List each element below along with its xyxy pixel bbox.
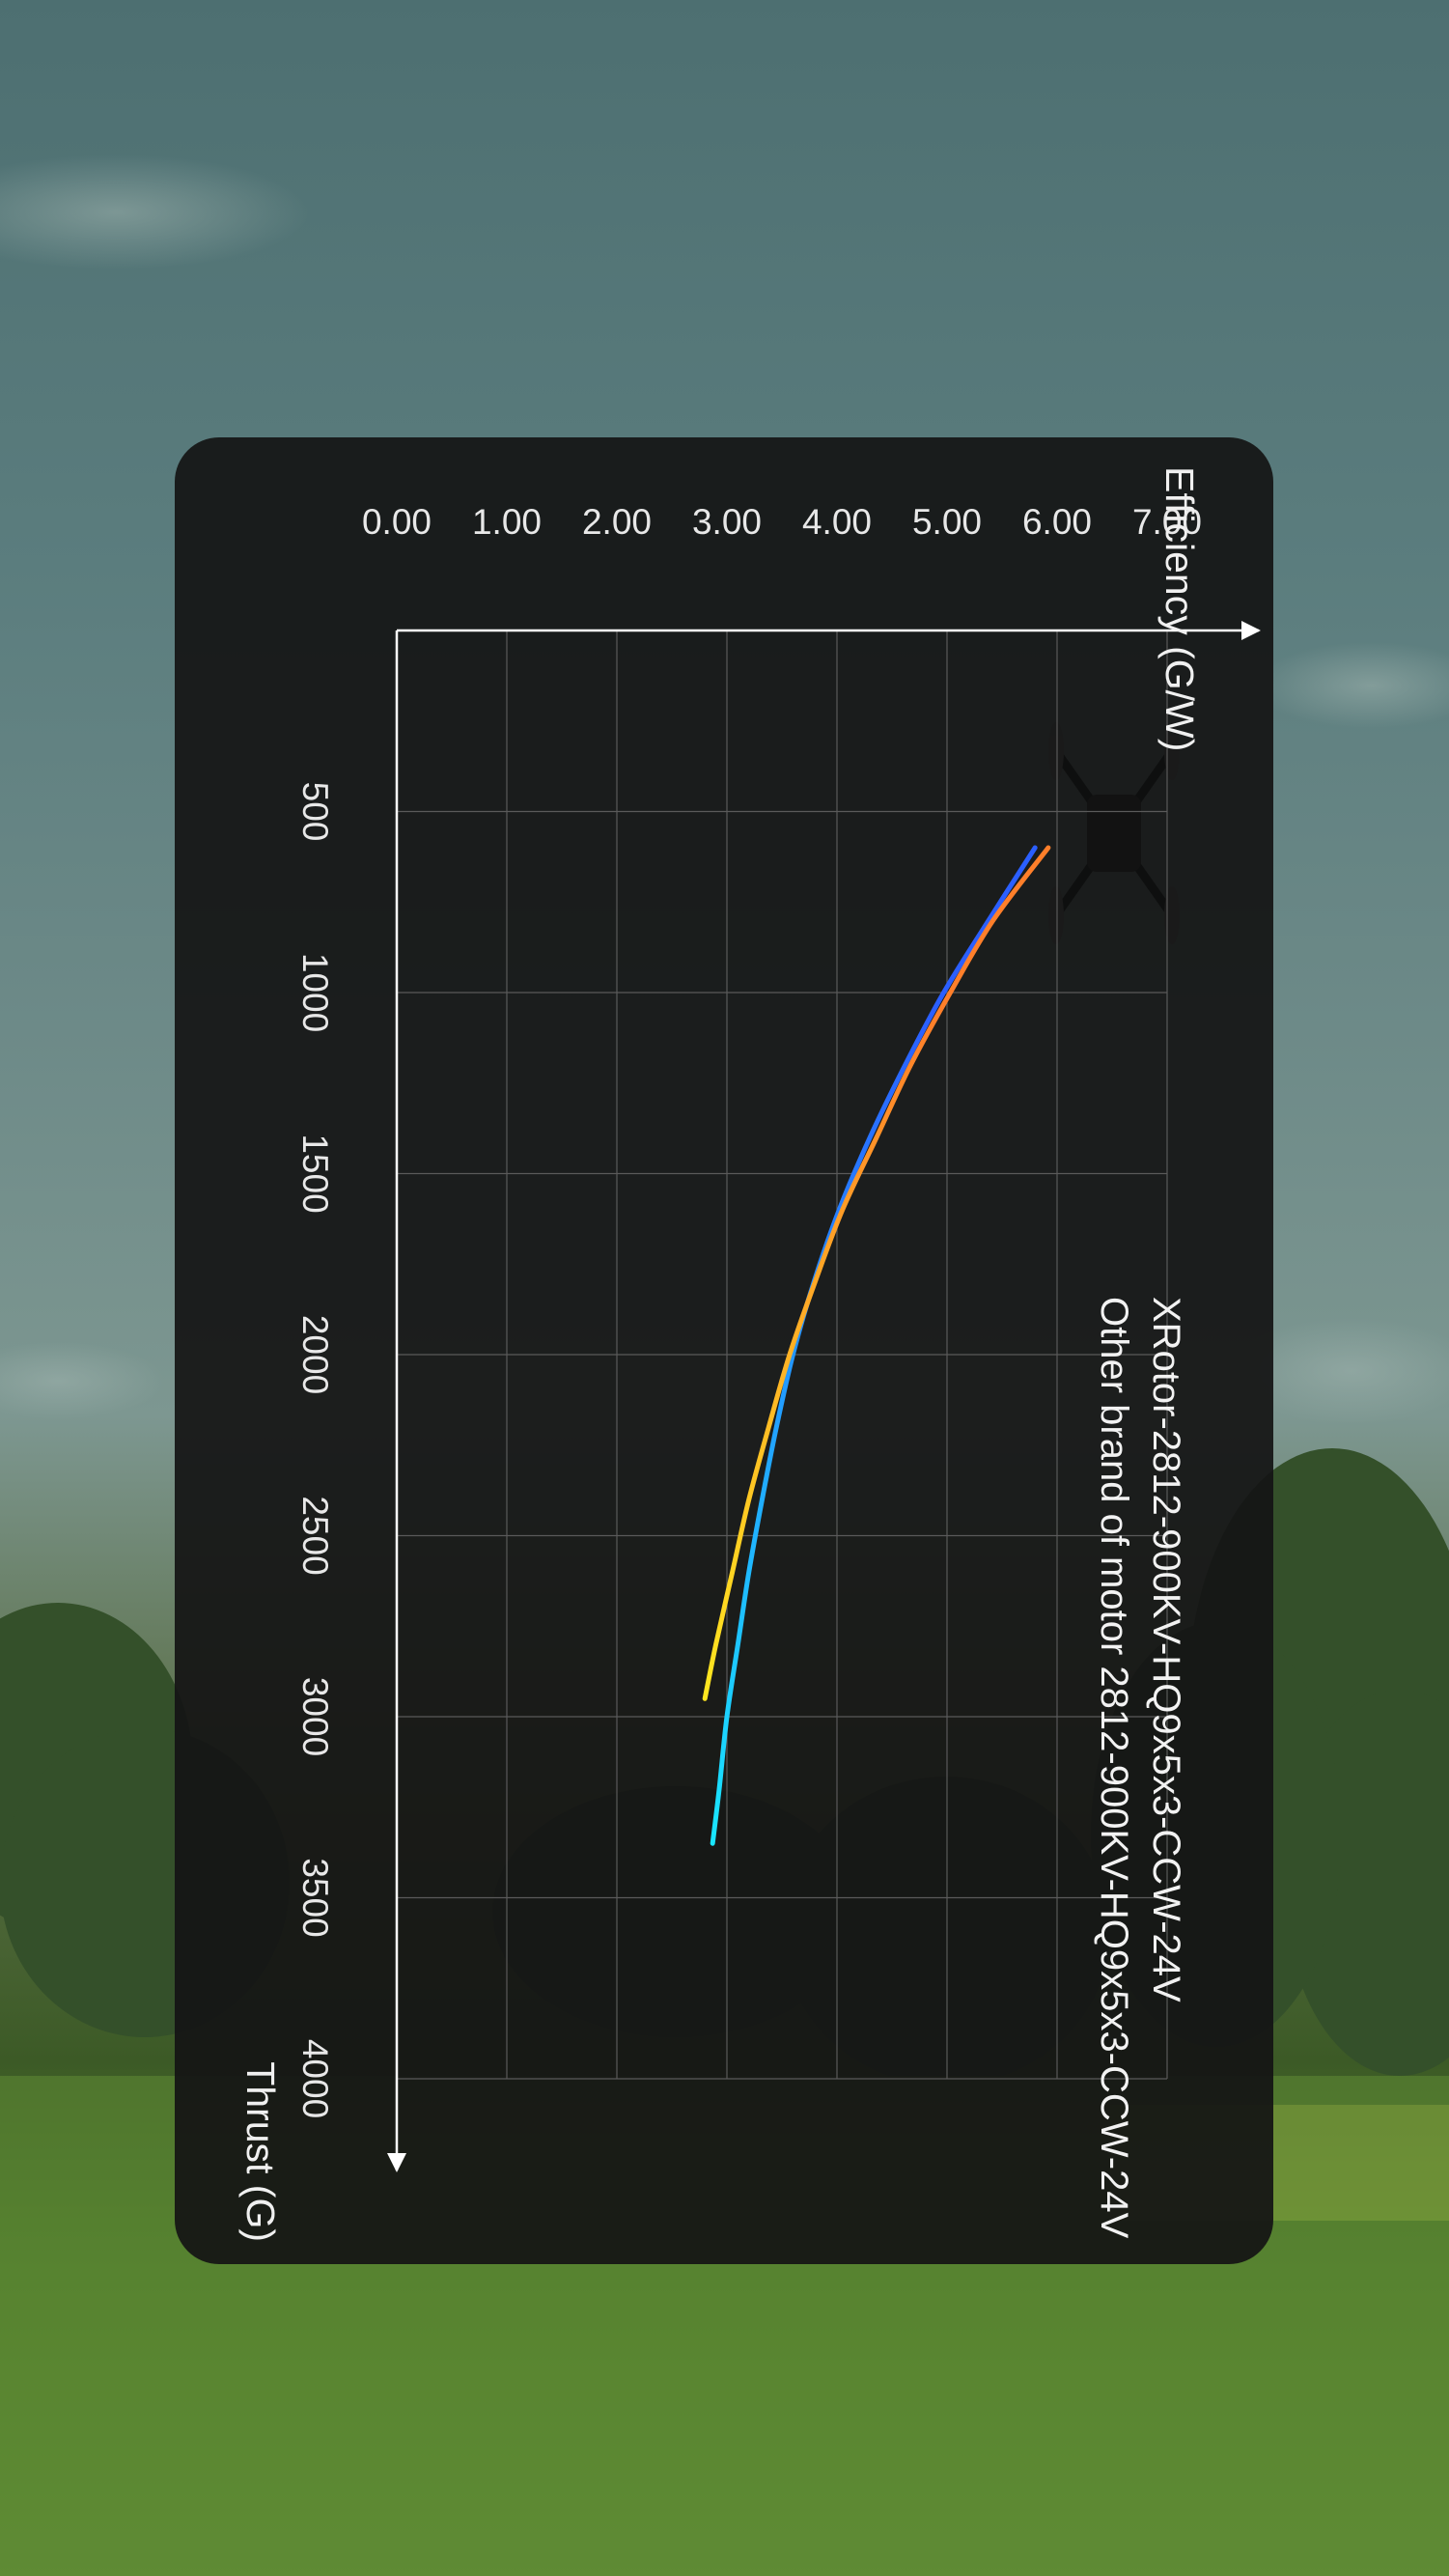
x-tick-label: 2000 — [295, 1315, 335, 1394]
cloud — [1255, 642, 1449, 729]
y-tick-label: 1.00 — [472, 502, 542, 542]
y-tick-label: 6.00 — [1022, 502, 1092, 542]
tick-labels: 500 1000 1500 2000 2500 3000 3500 4000 0.00 1.00 2… — [295, 502, 1202, 2118]
legend: XRotor-2812-900KV-HQ9x5x3-CCW-24V Other … — [1093, 1178, 1187, 2239]
rotated-chart-container: 500 1000 1500 2000 2500 3000 3500 4000 0.00 1.00 2… — [175, 437, 1273, 2264]
y-tick-label: 0.00 — [362, 502, 432, 542]
x-axis-title: Thrust (G) — [238, 2061, 283, 2242]
y-axis-title: Efficiency (G/W) — [1157, 466, 1202, 751]
x-tick-label: 500 — [295, 782, 335, 842]
x-tick-label: 3000 — [295, 1677, 335, 1756]
y-tick-label: 4.00 — [802, 502, 872, 542]
x-tick-label: 4000 — [295, 2039, 335, 2118]
legend-label-other-brand: Other brand of motor 2812-900KV-HQ9x5x3-… — [1093, 1297, 1135, 2239]
grid — [397, 630, 1168, 2080]
cloud — [0, 154, 309, 270]
x-tick-label: 2500 — [295, 1496, 335, 1575]
x-tick-label: 1500 — [295, 1134, 335, 1213]
y-tick-label: 2.00 — [582, 502, 652, 542]
y-tick-label: 5.00 — [912, 502, 982, 542]
series-line-0 — [710, 845, 1038, 1846]
x-tick-label: 1000 — [295, 953, 335, 1032]
legend-label-xrotor: XRotor-2812-900KV-HQ9x5x3-CCW-24V — [1145, 1297, 1187, 2002]
y-tick-label: 3.00 — [692, 502, 762, 542]
drone-icon — [1048, 722, 1180, 944]
x-tick-label: 3500 — [295, 1858, 335, 1937]
series-line-1 — [702, 845, 1051, 1701]
efficiency-thrust-chart: 500 1000 1500 2000 2500 3000 3500 4000 0.00 1.00 2… — [238, 466, 1261, 2242]
cloud — [0, 1342, 164, 1419]
series-layer — [702, 845, 1051, 1846]
